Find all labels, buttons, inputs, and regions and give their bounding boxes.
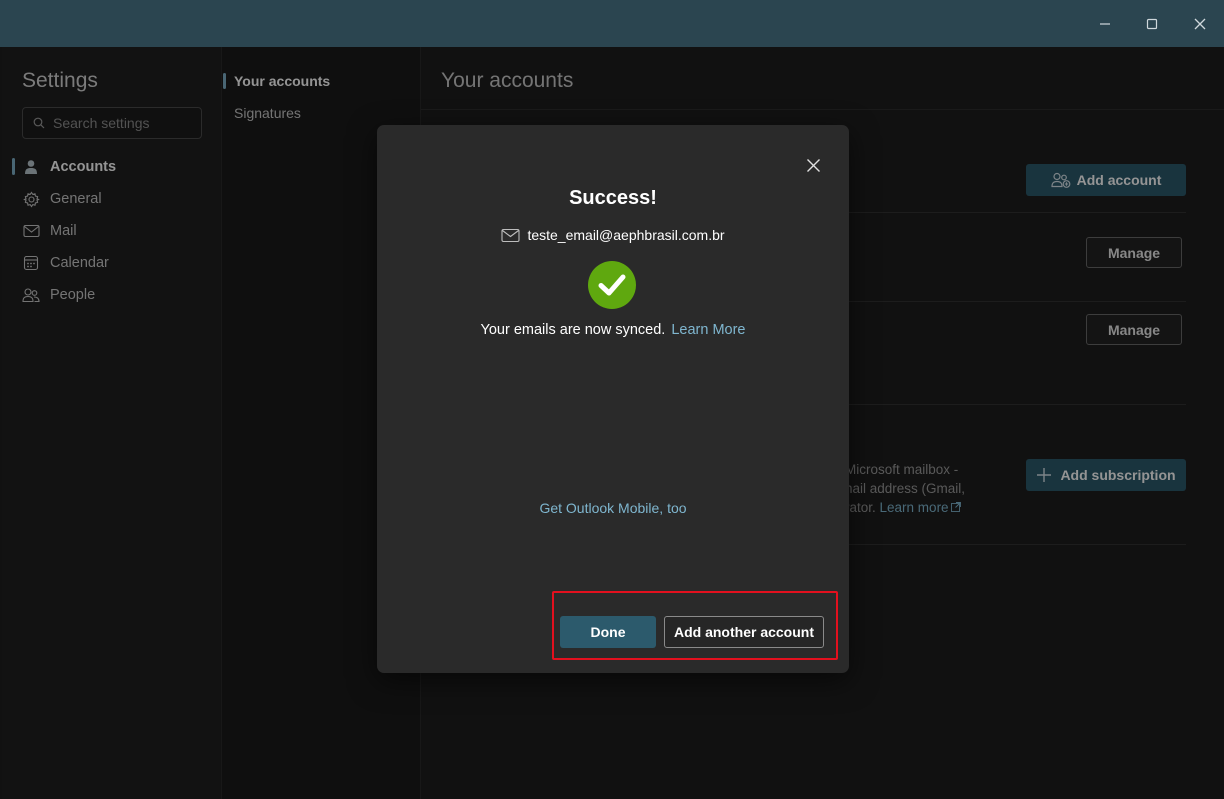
sync-text: Your emails are now synced. <box>480 322 666 338</box>
email-text: teste_email@aephbrasil.com.br <box>527 227 725 243</box>
sync-message: Your emails are now synced. Learn More <box>377 322 849 338</box>
close-icon[interactable] <box>803 155 823 175</box>
account-email: teste_email@aephbrasil.com.br <box>377 227 849 243</box>
dialog-title: Success! <box>569 187 657 209</box>
close-icon[interactable] <box>1186 10 1214 38</box>
checkmark-icon <box>588 261 636 309</box>
done-button[interactable]: Done <box>560 616 656 648</box>
title-bar <box>0 0 1224 47</box>
add-another-account-button[interactable]: Add another account <box>664 616 824 648</box>
learn-more-link[interactable]: Learn More <box>671 322 745 338</box>
minimize-icon[interactable] <box>1091 10 1119 38</box>
get-outlook-mobile-link[interactable]: Get Outlook Mobile, too <box>377 500 849 516</box>
mail-icon <box>501 228 521 242</box>
maximize-icon[interactable] <box>1138 10 1166 38</box>
success-dialog: Success! teste_email@aephbrasil.com.br Y… <box>377 125 849 673</box>
